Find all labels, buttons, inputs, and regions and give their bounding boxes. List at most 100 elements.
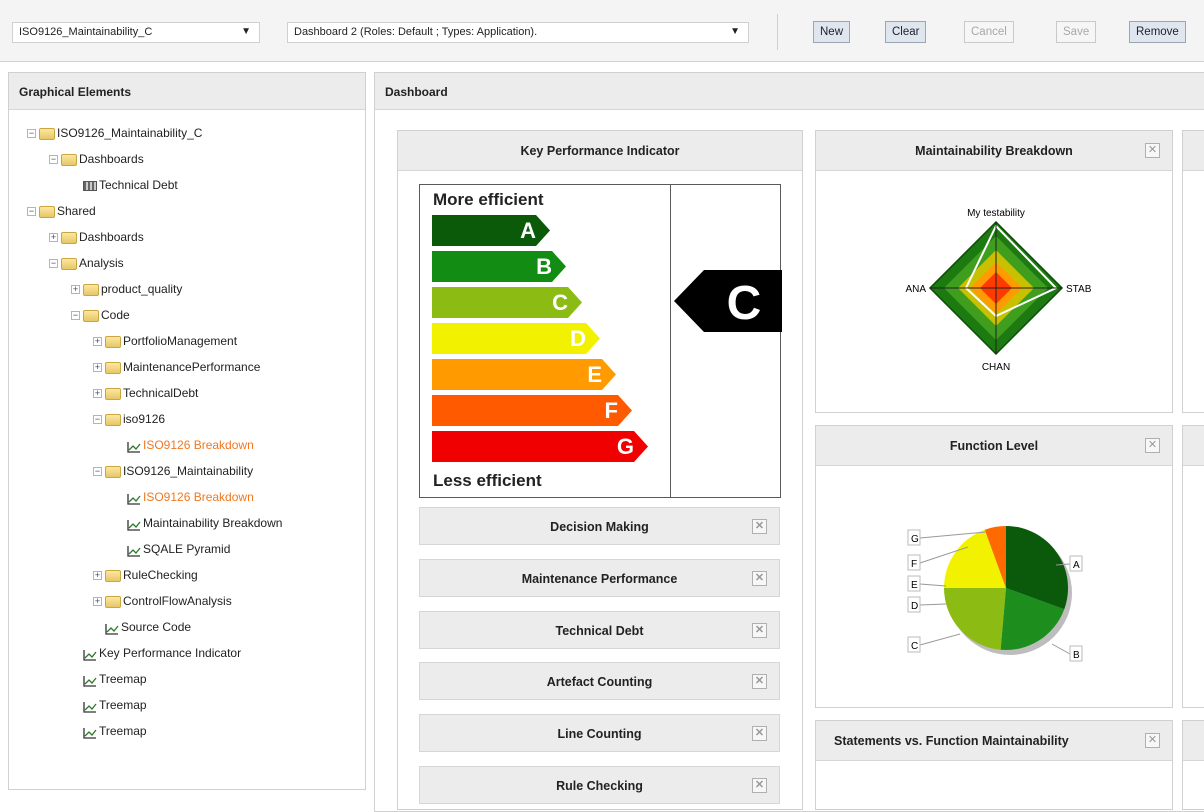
collapsed-widget[interactable]: Technical Debt ✕ xyxy=(419,611,780,649)
tree-node[interactable]: − Code xyxy=(71,306,130,324)
clear-button[interactable]: Clear xyxy=(885,21,927,43)
expand-icon[interactable]: + xyxy=(93,571,102,581)
tree-node[interactable]: − ISO9126_Maintainability_C xyxy=(27,124,202,142)
model-select[interactable]: ISO9126_Maintainability_C ▼ xyxy=(12,22,260,43)
folder-icon xyxy=(39,127,55,140)
tree-node[interactable]: ISO9126 Breakdown xyxy=(115,488,254,506)
tree-node[interactable]: SQALE Pyramid xyxy=(115,540,230,558)
tree-node-label: PortfolioManagement xyxy=(123,334,238,348)
clipped-widget xyxy=(1182,720,1204,810)
folder-icon xyxy=(39,205,55,218)
chart-icon xyxy=(83,648,97,661)
cancel-button[interactable]: Cancel xyxy=(964,21,1014,43)
close-icon[interactable]: ✕ xyxy=(752,571,767,586)
expand-icon[interactable]: + xyxy=(49,233,58,243)
widget-title: Rule Checking xyxy=(556,779,643,793)
more-efficient-label: More efficient xyxy=(433,190,544,209)
tree-node[interactable]: − iso9126 xyxy=(93,410,165,428)
tree-node[interactable]: Maintainability Breakdown xyxy=(115,514,282,532)
tree-node[interactable]: ISO9126 Breakdown xyxy=(115,436,254,454)
collapsed-widget[interactable]: Maintenance Performance ✕ xyxy=(419,559,780,597)
tree-node[interactable]: − Shared xyxy=(27,202,96,220)
dashboard-select[interactable]: Dashboard 2 (Roles: Default ; Types: App… xyxy=(287,22,749,43)
tree-node[interactable]: Source Code xyxy=(93,618,191,636)
tree-node-label: product_quality xyxy=(101,282,183,296)
folder-icon xyxy=(83,309,99,322)
tree-node-label: Code xyxy=(101,308,130,322)
pie-leader-line xyxy=(919,583,947,587)
tree-node-label: Treemap xyxy=(99,724,147,738)
tree-node[interactable]: − Analysis xyxy=(49,254,124,272)
tree-node[interactable]: − ISO9126_Maintainability xyxy=(93,462,253,480)
collapse-icon[interactable]: − xyxy=(71,311,80,321)
expand-icon[interactable]: + xyxy=(93,389,102,399)
close-icon[interactable]: ✕ xyxy=(1145,143,1160,158)
expand-icon[interactable]: + xyxy=(71,285,80,295)
folder-icon xyxy=(61,231,77,244)
close-icon[interactable]: ✕ xyxy=(752,726,767,741)
tree-node[interactable]: − Dashboards xyxy=(49,150,144,168)
close-icon[interactable]: ✕ xyxy=(1145,438,1160,453)
widget-title: Statements vs. Function Maintainability xyxy=(816,721,1172,761)
collapse-icon[interactable]: − xyxy=(27,129,36,139)
tree-node[interactable]: Treemap xyxy=(71,722,147,740)
expand-icon[interactable]: + xyxy=(93,337,102,347)
collapse-icon[interactable]: − xyxy=(49,259,58,269)
new-button[interactable]: New xyxy=(813,21,851,43)
folder-icon xyxy=(105,595,121,608)
tree-node-label: MaintenancePerformance xyxy=(123,360,261,374)
folder-icon xyxy=(61,257,77,270)
tree-node[interactable]: + product_quality xyxy=(71,280,182,298)
tree-node-label: Source Code xyxy=(121,620,192,634)
grade-bar: B xyxy=(432,251,566,282)
tree-node[interactable]: + TechnicalDebt xyxy=(93,384,198,402)
tree-node-label: SQALE Pyramid xyxy=(143,542,231,556)
expand-icon[interactable]: + xyxy=(93,597,102,607)
current-grade: C xyxy=(727,277,762,330)
tree-node-label: TechnicalDebt xyxy=(123,386,199,400)
less-efficient-label: Less efficient xyxy=(433,471,542,490)
tree-node[interactable]: Treemap xyxy=(71,670,147,688)
collapse-icon[interactable]: − xyxy=(93,467,102,477)
clipped-widget xyxy=(1182,130,1204,413)
tree-node-label: ISO9126_Maintainability_C xyxy=(57,126,203,140)
tree-node[interactable]: + MaintenancePerformance xyxy=(93,358,260,376)
tree-node[interactable]: + Dashboards xyxy=(49,228,144,246)
collapse-icon[interactable]: − xyxy=(93,415,102,425)
close-icon[interactable]: ✕ xyxy=(752,674,767,689)
collapsed-widget[interactable]: Artefact Counting ✕ xyxy=(419,662,780,700)
tree-node[interactable]: Technical Debt xyxy=(71,176,178,194)
tree-node[interactable]: + ControlFlowAnalysis xyxy=(93,592,232,610)
tree-node[interactable]: Key Performance Indicator xyxy=(71,644,241,662)
remove-button[interactable]: Remove xyxy=(1129,21,1186,43)
tree-node-label: Treemap xyxy=(99,672,147,686)
collapse-icon[interactable]: − xyxy=(27,207,36,217)
toolbar-divider xyxy=(777,14,778,50)
widget-title: Maintenance Performance xyxy=(521,572,678,586)
grade-bar: E xyxy=(432,359,616,390)
tree-node[interactable]: + RuleChecking xyxy=(93,566,198,584)
collapsed-widget[interactable]: Decision Making ✕ xyxy=(419,507,780,545)
save-button[interactable]: Save xyxy=(1056,21,1097,43)
folder-icon xyxy=(105,569,121,582)
dashboard-select-value: Dashboard 2 (Roles: Default ; Types: App… xyxy=(294,26,538,38)
collapsed-widget[interactable]: Line Counting ✕ xyxy=(419,714,780,752)
maintainability-breakdown-widget: Maintainability Breakdown ✕ My testabili… xyxy=(815,130,1173,413)
chart-icon xyxy=(127,518,141,531)
function-level-widget: Function Level ✕ A B C DEF G xyxy=(815,425,1173,708)
tree-node[interactable]: Treemap xyxy=(71,696,147,714)
close-icon[interactable]: ✕ xyxy=(752,623,767,638)
expand-icon[interactable]: + xyxy=(93,363,102,373)
folder-icon xyxy=(61,153,77,166)
model-select-value: ISO9126_Maintainability_C xyxy=(19,26,153,38)
close-icon[interactable]: ✕ xyxy=(752,778,767,793)
collapsed-widget[interactable]: Rule Checking ✕ xyxy=(419,766,780,804)
tree-node-label: Technical Debt xyxy=(99,178,178,192)
close-icon[interactable]: ✕ xyxy=(752,519,767,534)
tree-node[interactable]: + PortfolioManagement xyxy=(93,332,237,350)
close-icon[interactable]: ✕ xyxy=(1145,733,1160,748)
tree-node-label: ISO9126 Breakdown xyxy=(143,490,254,504)
tree-node-label: Maintainability Breakdown xyxy=(143,516,283,530)
collapse-icon[interactable]: − xyxy=(49,155,58,165)
widget-title: Artefact Counting xyxy=(546,675,653,689)
